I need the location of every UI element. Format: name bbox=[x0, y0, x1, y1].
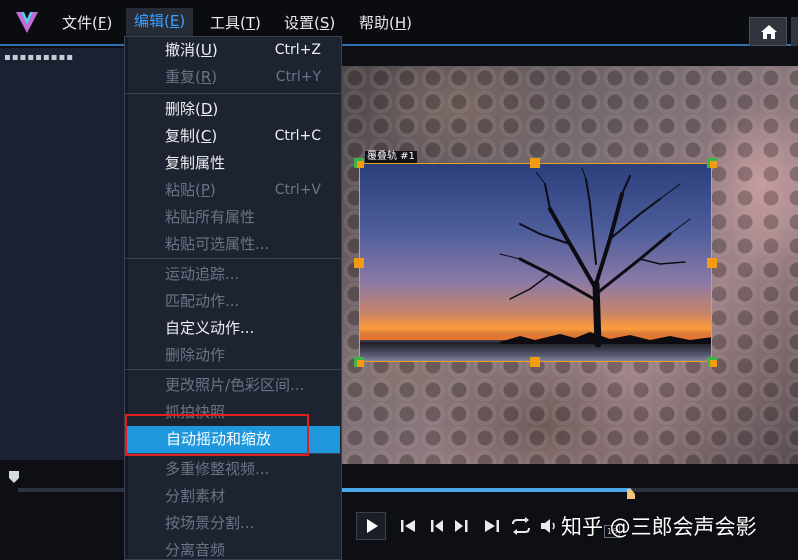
menu-item-delete[interactable]: 删除(D) bbox=[125, 96, 341, 123]
menu-item-copy-attributes[interactable]: 复制属性 bbox=[125, 150, 341, 177]
menu-item-label: 粘贴可选属性... bbox=[165, 235, 270, 253]
menu-item-label: 自定义动作... bbox=[165, 319, 255, 337]
edit-menu-dropdown: 撤消(U) Ctrl+Z 重复(R) Ctrl+Y 删除(D) 复制(C) Ctrl+C 复制… bbox=[124, 36, 342, 560]
menu-item-label: 撤消(U) bbox=[165, 41, 218, 59]
menu-separator bbox=[125, 93, 341, 94]
menu-separator bbox=[125, 369, 341, 370]
menu-item-multi-trim-video[interactable]: 多重修整视频... bbox=[125, 456, 341, 483]
menu-item-shortcut: Ctrl+Z bbox=[274, 42, 321, 58]
menu-item-paste-all-attributes[interactable]: 粘贴所有属性 bbox=[125, 204, 341, 231]
volume-icon[interactable] bbox=[537, 514, 561, 538]
repeat-icon[interactable] bbox=[509, 514, 533, 538]
menu-item-label: 删除动作 bbox=[165, 346, 226, 364]
scrub-bar-progress bbox=[342, 488, 631, 492]
go-to-start-icon[interactable] bbox=[396, 514, 420, 538]
menu-item-label: 分离音频 bbox=[165, 541, 226, 559]
menu-item-remove-motion[interactable]: 删除动作 bbox=[125, 342, 341, 369]
menu-item-undo[interactable]: 撤消(U) Ctrl+Z bbox=[125, 37, 341, 64]
resize-handle-bottom-right[interactable] bbox=[707, 357, 717, 367]
highlight-callout-box bbox=[125, 414, 309, 456]
next-frame-icon[interactable] bbox=[450, 514, 474, 538]
previous-frame-icon[interactable] bbox=[424, 514, 448, 538]
home-button[interactable] bbox=[749, 17, 787, 46]
preview-top-bar bbox=[342, 48, 798, 66]
menu-item-copy[interactable]: 复制(C) Ctrl+C bbox=[125, 123, 341, 150]
resize-handle-top[interactable] bbox=[530, 158, 540, 168]
resize-handle-top-left[interactable] bbox=[354, 158, 364, 168]
menu-item-shortcut: Ctrl+C bbox=[274, 128, 321, 144]
app-logo-icon bbox=[16, 12, 38, 33]
resize-handle-left[interactable] bbox=[354, 258, 364, 268]
menu-item-redo[interactable]: 重复(R) Ctrl+Y bbox=[125, 64, 341, 91]
overlay-clip[interactable] bbox=[359, 163, 712, 362]
menu-item-split-audio[interactable]: 分离音频 bbox=[125, 537, 341, 560]
menu-item-change-photo-color-duration[interactable]: 更改照片/色彩区间... bbox=[125, 372, 341, 399]
menu-item-split-clip[interactable]: 分割素材 bbox=[125, 483, 341, 510]
menu-item-shortcut: Ctrl+Y bbox=[275, 69, 321, 85]
menu-item-motion-tracking[interactable]: 运动追踪... bbox=[125, 261, 341, 288]
menu-item-label: 运动追踪... bbox=[165, 265, 240, 283]
menu-item-label: 复制属性 bbox=[165, 154, 226, 172]
play-icon bbox=[367, 519, 378, 533]
toolbar-strip bbox=[791, 17, 798, 46]
resize-handle-top-right[interactable] bbox=[707, 158, 717, 168]
go-to-end-icon[interactable] bbox=[480, 514, 504, 538]
menu-settings[interactable]: 设置(S) bbox=[276, 10, 343, 36]
menu-item-label: 粘贴所有属性 bbox=[165, 208, 256, 226]
menu-item-label: 匹配动作... bbox=[165, 292, 240, 310]
play-button[interactable] bbox=[356, 512, 386, 540]
menu-item-paste-selected-attributes[interactable]: 粘贴可选属性... bbox=[125, 231, 341, 258]
playhead-icon[interactable] bbox=[626, 488, 636, 500]
menu-item-paste[interactable]: 粘贴(P) Ctrl+V bbox=[125, 177, 341, 204]
menu-item-label: 多重修整视频... bbox=[165, 460, 270, 478]
menu-item-label: 删除(D) bbox=[165, 100, 219, 118]
menu-item-customize-motion[interactable]: 自定义动作... bbox=[125, 315, 341, 342]
resize-handle-bottom[interactable] bbox=[530, 357, 540, 367]
resize-handle-right[interactable] bbox=[707, 258, 717, 268]
tree-silhouette-icon bbox=[499, 167, 711, 348]
panel-grip-icon[interactable]: ▪▪▪▪▪▪▪▪▪ bbox=[4, 53, 74, 63]
menu-item-label: 按场景分割... bbox=[165, 514, 255, 532]
menu-tools[interactable]: 工具(T) bbox=[202, 10, 269, 36]
menu-item-match-motion[interactable]: 匹配动作... bbox=[125, 288, 341, 315]
menu-help[interactable]: 帮助(H) bbox=[351, 10, 420, 36]
menu-item-label: 复制(C) bbox=[165, 127, 218, 145]
menu-bar: 文件(F) 编辑(E) 工具(T) 设置(S) 帮助(H) bbox=[0, 0, 798, 46]
mark-in-icon[interactable] bbox=[8, 470, 20, 484]
menu-separator bbox=[125, 258, 341, 259]
home-icon bbox=[761, 25, 777, 39]
menu-item-split-by-scene[interactable]: 按场景分割... bbox=[125, 510, 341, 537]
watermark: 知乎 @三郎会声会影 bbox=[561, 515, 757, 539]
menu-item-label: 分割素材 bbox=[165, 487, 226, 505]
menu-file[interactable]: 文件(F) bbox=[54, 10, 120, 36]
menu-item-label: 粘贴(P) bbox=[165, 181, 216, 199]
menu-item-label: 重复(R) bbox=[165, 68, 218, 86]
menu-item-shortcut: Ctrl+V bbox=[274, 182, 321, 198]
overlay-track-label: 覆叠轨 #1 bbox=[365, 151, 417, 163]
menu-item-label: 更改照片/色彩区间... bbox=[165, 376, 305, 394]
resize-handle-bottom-left[interactable] bbox=[354, 357, 364, 367]
